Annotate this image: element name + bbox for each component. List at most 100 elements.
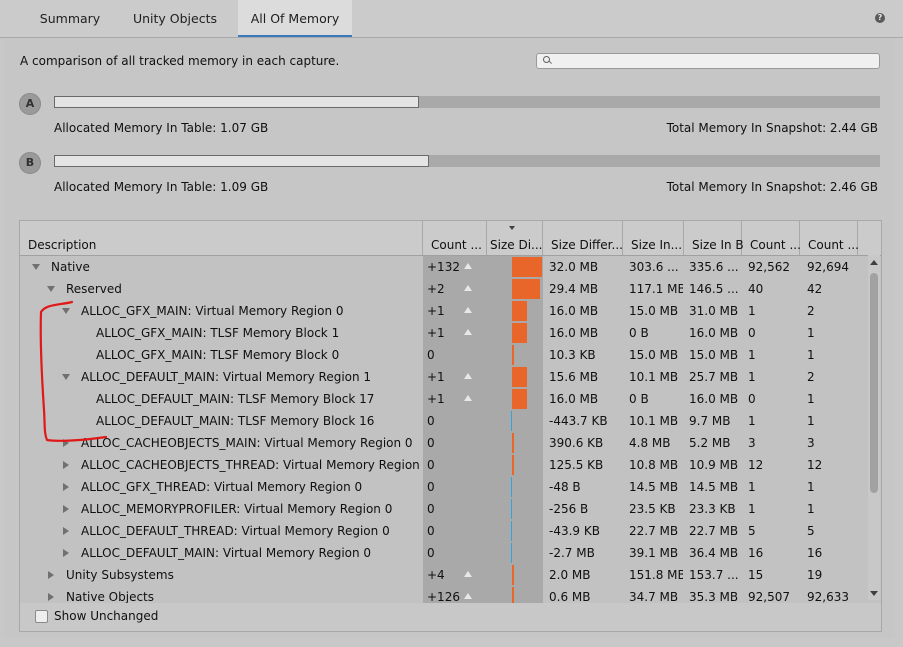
scroll-thumb[interactable]	[870, 273, 878, 493]
row-count-diff: +1	[427, 392, 445, 406]
table-scrollbar[interactable]	[868, 255, 880, 600]
row-size-in-b: 23.3 KB	[689, 502, 736, 516]
increase-arrow-icon	[464, 395, 472, 401]
row-count-diff: +4	[427, 568, 445, 582]
row-size-in-a: 10.1 MB	[629, 414, 679, 428]
table-row[interactable]: ALLOC_MEMORYPROFILER: Virtual Memory Reg…	[20, 498, 871, 520]
expand-toggle-icon[interactable]	[47, 286, 55, 292]
increase-arrow-icon	[464, 571, 472, 577]
col-header-count-diff[interactable]: Count ...	[423, 221, 487, 255]
row-count-b: 2	[807, 304, 815, 318]
col-header-description[interactable]: Description	[20, 221, 423, 255]
capture-a-badge: A	[19, 93, 41, 115]
row-size-in-b: 335.6 ...	[689, 260, 739, 274]
expand-toggle-icon[interactable]	[62, 374, 70, 380]
scroll-down-icon[interactable]	[870, 591, 878, 596]
row-description: ALLOC_DEFAULT_MAIN: Virtual Memory Regio…	[81, 546, 372, 560]
table-row[interactable]: ALLOC_DEFAULT_THREAD: Virtual Memory Reg…	[20, 520, 871, 542]
table-row[interactable]: Reserved +2 29.4 MB 117.1 MB 146.5 ... 40 42	[20, 278, 871, 300]
collapse-toggle-icon[interactable]	[63, 483, 69, 491]
col-header-count-b[interactable]: Count ...	[800, 221, 859, 255]
row-size-in-a: 10.8 MB	[629, 458, 679, 472]
table-row[interactable]: Native +132 32.0 MB 303.6 ... 335.6 ... 92,56…	[20, 256, 871, 278]
row-count-b: 92,694	[807, 260, 849, 274]
row-count-diff: 0	[427, 348, 435, 362]
table-row[interactable]: ALLOC_DEFAULT_MAIN: Virtual Memory Regio…	[20, 542, 871, 564]
row-count-diff: 0	[427, 458, 435, 472]
row-size-in-a: 39.1 MB	[629, 546, 679, 560]
row-description: ALLOC_DEFAULT_MAIN: TLSF Memory Block 16	[96, 414, 375, 428]
row-count-b: 5	[807, 524, 815, 538]
collapse-toggle-icon[interactable]	[63, 549, 69, 557]
memory-table: Description Count ... Size Di... Size Di…	[19, 220, 882, 605]
size-diff-bar	[512, 455, 514, 475]
show-unchanged-checkbox[interactable]	[35, 610, 48, 623]
row-count-a: 16	[748, 546, 764, 560]
size-diff-bar	[512, 279, 540, 299]
row-size-difference: 32.0 MB	[549, 260, 599, 274]
row-count-diff: +1	[427, 326, 445, 340]
col-header-size-difference[interactable]: Size Differ...	[543, 221, 623, 255]
col-header-size-diff-bar[interactable]: Size Di...	[487, 221, 543, 255]
row-count-b: 1	[807, 392, 815, 406]
page-description: A comparison of all tracked memory in ea…	[20, 54, 340, 68]
row-description: ALLOC_GFX_THREAD: Virtual Memory Region …	[81, 480, 363, 494]
expand-toggle-icon[interactable]	[62, 308, 70, 314]
size-diff-bar	[510, 543, 512, 563]
table-row[interactable]: ALLOC_GFX_MAIN: Virtual Memory Region 0 +…	[20, 300, 871, 322]
help-icon[interactable]: ?	[875, 13, 885, 23]
row-count-diff: 0	[427, 546, 435, 560]
tab-unity-objects[interactable]: Unity Objects	[121, 0, 229, 36]
col-header-size-in-b[interactable]: Size In B	[684, 221, 744, 255]
expand-toggle-icon[interactable]	[32, 264, 40, 270]
row-description: ALLOC_DEFAULT_MAIN: Virtual Memory Regio…	[81, 370, 372, 384]
row-size-in-a: 303.6 ...	[629, 260, 679, 274]
tab-summary[interactable]: Summary	[27, 0, 113, 36]
collapse-toggle-icon[interactable]	[63, 439, 69, 447]
scroll-up-icon[interactable]	[870, 260, 878, 265]
increase-arrow-icon	[464, 329, 472, 335]
size-diff-bar	[512, 367, 527, 387]
table-row[interactable]: ALLOC_GFX_MAIN: TLSF Memory Block 1 +1 16.…	[20, 322, 871, 344]
row-size-in-a: 0 B	[629, 326, 649, 340]
capture-b-total: Total Memory In Snapshot: 2.46 GB	[666, 180, 878, 194]
row-size-in-a: 117.1 MB	[629, 282, 683, 296]
collapse-toggle-icon[interactable]	[48, 593, 54, 601]
collapse-toggle-icon[interactable]	[63, 461, 69, 469]
table-row[interactable]: ALLOC_DEFAULT_MAIN: Virtual Memory Regio…	[20, 366, 871, 388]
row-count-b: 12	[807, 458, 823, 472]
table-row[interactable]: ALLOC_DEFAULT_MAIN: TLSF Memory Block 17…	[20, 388, 871, 410]
row-description: ALLOC_DEFAULT_THREAD: Virtual Memory Reg…	[81, 524, 390, 538]
row-size-difference: 15.6 MB	[549, 370, 599, 384]
collapse-toggle-icon[interactable]	[63, 527, 69, 535]
capture-b-allocated: Allocated Memory In Table: 1.09 GB	[54, 180, 269, 194]
increase-arrow-icon	[464, 593, 472, 599]
increase-arrow-icon	[464, 307, 472, 313]
row-count-a: 92,562	[748, 260, 790, 274]
row-size-difference: -43.9 KB	[549, 524, 600, 538]
row-size-in-b: 9.7 MB	[689, 414, 731, 428]
col-header-count-a[interactable]: Count ...	[742, 221, 801, 255]
col-header-size-in-a[interactable]: Size In...	[623, 221, 684, 255]
row-count-b: 42	[807, 282, 823, 296]
collapse-toggle-icon[interactable]	[63, 505, 69, 513]
row-size-in-b: 153.7 ...	[689, 568, 739, 582]
table-row[interactable]: Unity Subsystems +4 2.0 MB 151.8 MB 153.7 ..…	[20, 564, 871, 586]
row-size-in-b: 31.0 MB	[689, 304, 739, 318]
search-input[interactable]	[536, 53, 880, 69]
row-count-a: 3	[748, 436, 756, 450]
row-description: ALLOC_DEFAULT_MAIN: TLSF Memory Block 17	[96, 392, 375, 406]
size-diff-bar	[512, 389, 527, 409]
row-size-in-a: 15.0 MB	[629, 348, 679, 362]
table-row[interactable]: ALLOC_CACHEOBJECTS_MAIN: Virtual Memory …	[20, 432, 871, 454]
row-description: ALLOC_CACHEOBJECTS_THREAD: Virtual Memor…	[81, 458, 423, 472]
table-row[interactable]: ALLOC_GFX_MAIN: TLSF Memory Block 0 0 10.3…	[20, 344, 871, 366]
table-row[interactable]: ALLOC_CACHEOBJECTS_THREAD: Virtual Memor…	[20, 454, 871, 476]
table-row[interactable]: ALLOC_DEFAULT_MAIN: TLSF Memory Block 16…	[20, 410, 871, 432]
collapse-toggle-icon[interactable]	[48, 571, 54, 579]
tab-all-of-memory[interactable]: All Of Memory	[238, 0, 352, 37]
row-count-a: 15	[748, 568, 764, 582]
table-row[interactable]: ALLOC_GFX_THREAD: Virtual Memory Region …	[20, 476, 871, 498]
size-diff-bar	[512, 345, 514, 365]
row-size-in-a: 151.8 MB	[629, 568, 683, 582]
